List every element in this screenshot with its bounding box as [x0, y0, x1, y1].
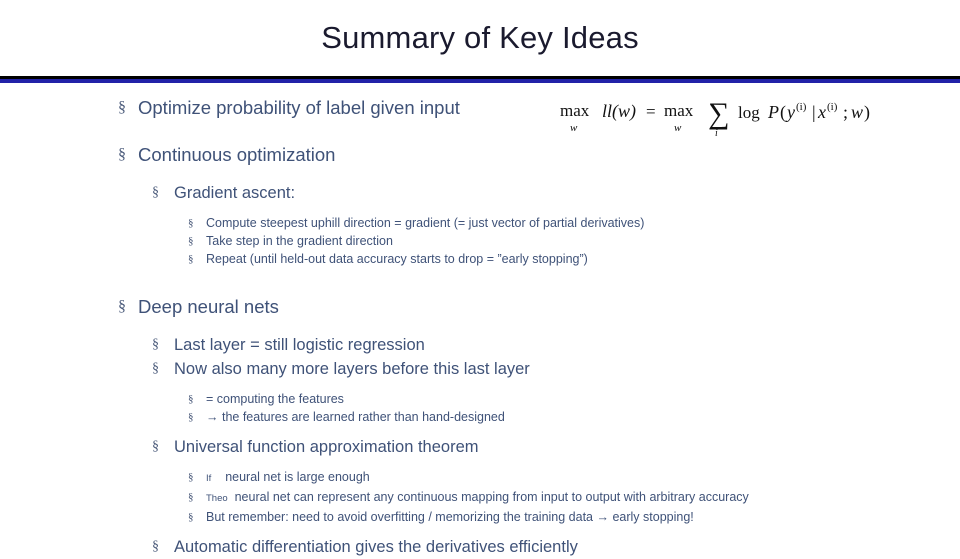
list-item: § = computing the features: [0, 390, 960, 408]
bullet-marker-icon: §: [188, 253, 194, 265]
slide-body: § Optimize probability of label given in…: [0, 95, 960, 559]
list-item: § Universal function approximation theor…: [0, 435, 960, 459]
bullet-marker-icon: §: [152, 337, 159, 352]
list-item: § Optimize probability of label given in…: [0, 95, 960, 121]
list-item-label: Continuous optimization: [138, 144, 336, 165]
list-item: § Automatic differentiation gives the de…: [0, 535, 960, 559]
list-item-label: Gradient ascent:: [174, 184, 296, 202]
bullet-marker-icon: §: [152, 539, 159, 554]
list-item-label: Universal function approximation theorem: [174, 438, 479, 456]
bullet-marker-icon: §: [188, 491, 194, 503]
bullet-marker-icon: §: [152, 361, 159, 376]
list-item-label: Now also many more layers before this la…: [174, 360, 530, 378]
bullet-marker-icon: §: [152, 185, 159, 200]
list-item: § Deep neural nets: [0, 294, 960, 320]
list-item: § Gradient ascent:: [0, 181, 960, 205]
list-item: § Compute steepest uphill direction = gr…: [0, 214, 960, 232]
list-item: § Repeat (until held-out data accuracy s…: [0, 250, 960, 268]
list-item-label: Deep neural nets: [138, 296, 279, 317]
bullet-marker-icon: §: [188, 393, 194, 405]
bullet-marker-icon: §: [188, 471, 194, 483]
page-title: Summary of Key Ideas: [321, 20, 639, 55]
bullet-marker-icon: §: [188, 235, 194, 247]
list-item-prefix: If: [206, 473, 212, 484]
list-item-label: = computing the features: [206, 392, 344, 406]
list-item-label: But remember: need to avoid overfitting …: [206, 510, 694, 524]
list-item-label: Repeat (until held-out data accuracy sta…: [206, 252, 588, 266]
list-item-label: Compute steepest uphill direction = grad…: [206, 216, 645, 230]
list-item: § Continuous optimization: [0, 142, 960, 168]
list-item: § But remember: need to avoid overfittin…: [0, 508, 960, 526]
list-item-prefix: Theo: [206, 493, 228, 504]
bullet-marker-icon: §: [188, 511, 194, 523]
list-item-label: Optimize probability of label given inpu…: [138, 97, 460, 118]
bullet-marker-icon: §: [152, 439, 159, 454]
bullet-marker-icon: §: [188, 411, 194, 423]
list-item: § Now also many more layers before this …: [0, 357, 960, 381]
bullet-marker-icon: §: [188, 217, 194, 229]
bullet-marker-icon: §: [118, 146, 126, 163]
bullet-marker-icon: §: [118, 99, 126, 116]
bullet-marker-icon: §: [118, 298, 126, 315]
slide: Summary of Key Ideas max w ll (w) = max …: [0, 0, 960, 556]
list-item-label: Take step in the gradient direction: [206, 234, 393, 248]
list-item: § → the features are learned rather than…: [0, 408, 960, 426]
list-item-label: → the features are learned rather than h…: [206, 410, 505, 424]
list-item: § Theo neural net can represent any cont…: [0, 488, 960, 508]
list-item-label: neural net can represent any continuous …: [234, 490, 749, 504]
title-divider-blue: [0, 79, 960, 83]
list-item: § If neural net is large enough: [0, 468, 960, 488]
list-item-label: neural net is large enough: [225, 470, 370, 484]
list-item-label: Automatic differentiation gives the deri…: [174, 538, 578, 556]
list-item: § Take step in the gradient direction: [0, 232, 960, 250]
list-item: § Last layer = still logistic regression: [0, 333, 960, 357]
list-item-label: Last layer = still logistic regression: [174, 336, 425, 354]
